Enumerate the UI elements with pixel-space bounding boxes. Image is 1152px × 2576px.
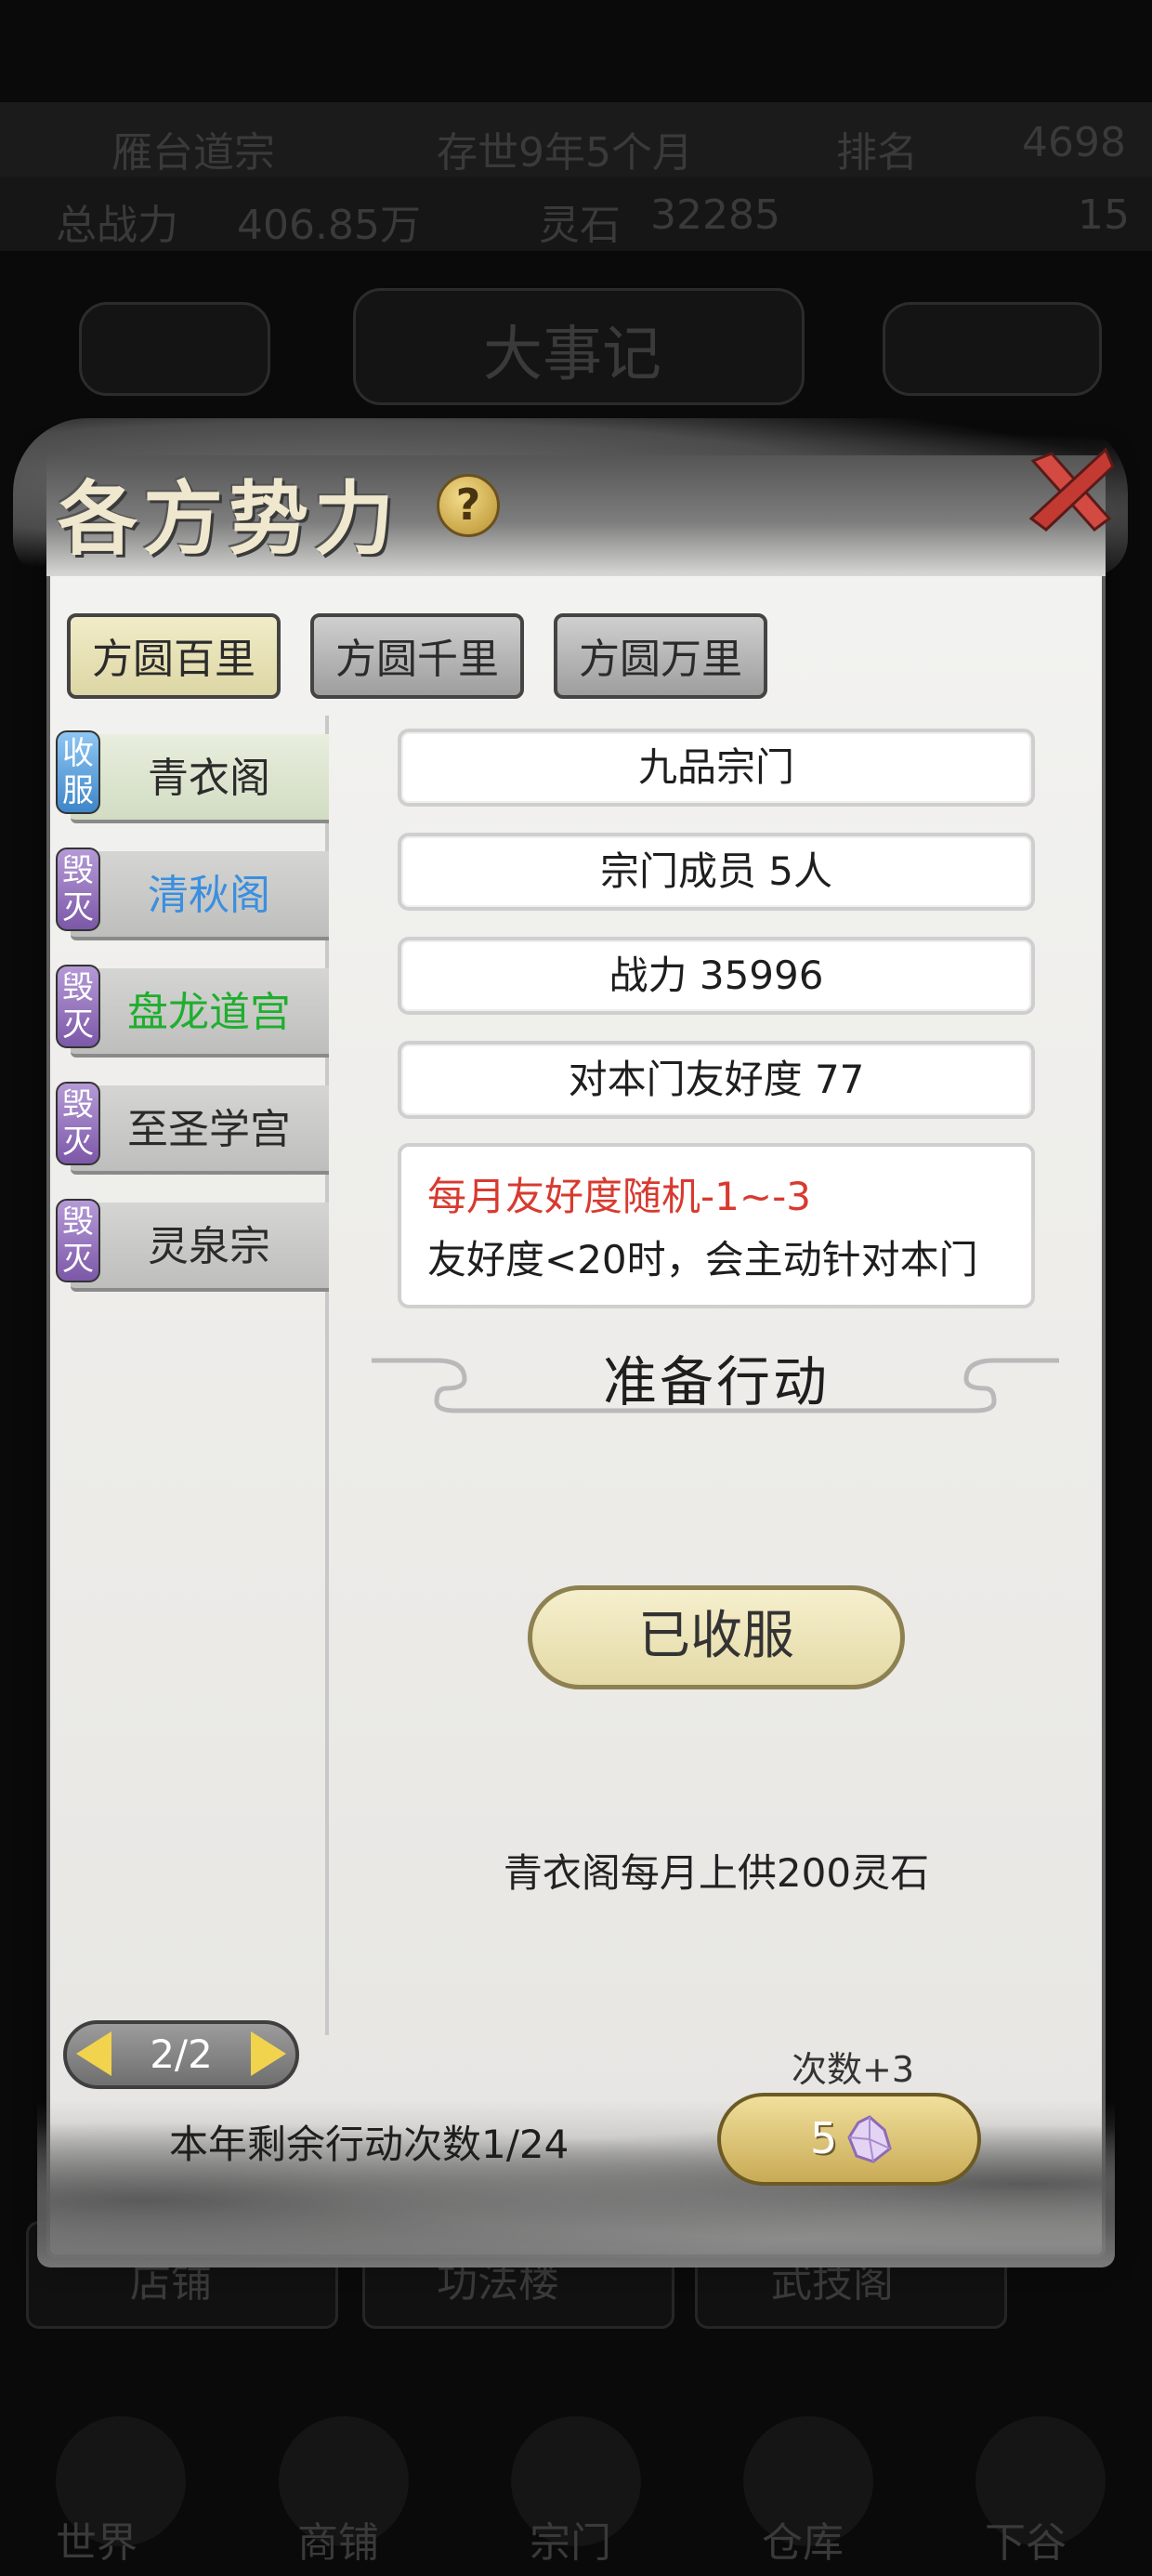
- sidebar-item-label: 清秋阁: [71, 851, 329, 940]
- status-badge: 毁灭: [56, 965, 100, 1048]
- sidebar-item-panlongdaogong[interactable]: 盘龙道宫 毁灭: [50, 961, 329, 1058]
- pager: 2/2: [63, 2020, 299, 2089]
- subdued-button[interactable]: 已收服: [528, 1585, 905, 1689]
- tab-nearby-hundred[interactable]: 方圆百里: [67, 613, 281, 699]
- sidebar-item-lingquanzong[interactable]: 灵泉宗 毁灭: [50, 1195, 329, 1292]
- background-nav-label-1: 世界: [56, 2519, 137, 2567]
- background-nav-label-2: 商铺: [297, 2519, 379, 2567]
- friendship-note-box: 每月友好度随机-1~-3 友好度<20时，会主动针对本门: [398, 1143, 1035, 1308]
- status-badge: 毁灭: [56, 848, 100, 931]
- background-stone-label: 灵石: [539, 202, 621, 249]
- tab-nearby-tenthousand[interactable]: 方圆万里: [554, 613, 767, 699]
- background-nav-label-4: 仓库: [762, 2519, 844, 2567]
- help-icon[interactable]: ?: [437, 474, 500, 537]
- sect-members-box: 宗门成员 5人: [398, 833, 1035, 911]
- add-action-count-button[interactable]: 5: [717, 2093, 981, 2186]
- section-title-prepare-action: 准备行动: [602, 1350, 830, 1413]
- background-power-value: 406.85万: [237, 202, 421, 249]
- background-center-title: 大事记: [483, 321, 661, 389]
- tribute-text: 青衣阁每月上供200灵石: [503, 1850, 930, 1896]
- count-plus-label: 次数+3: [792, 2049, 915, 2090]
- background-rank-label: 排名: [836, 129, 918, 177]
- modal-title: 各方势力: [58, 472, 399, 566]
- close-icon[interactable]: [1020, 440, 1122, 543]
- status-badge: 毁灭: [56, 1199, 100, 1282]
- sidebar-item-label: 灵泉宗: [71, 1203, 329, 1292]
- background-left-button: [79, 302, 270, 396]
- background-extra-value: 15: [1078, 191, 1130, 239]
- spirit-gem-icon: [847, 2115, 892, 2163]
- background-nav-label-5: 下谷: [985, 2519, 1067, 2567]
- background-nav-label-3: 宗门: [530, 2519, 611, 2567]
- background-stone-value: 32285: [650, 191, 780, 239]
- tab-nearby-thousand[interactable]: 方圆千里: [310, 613, 524, 699]
- arrow-right-icon[interactable]: [251, 2031, 286, 2076]
- cost-value: 5: [810, 2113, 838, 2163]
- background-power-label: 总战力: [56, 202, 178, 249]
- remaining-actions-text: 本年剩余行动次数1/24: [169, 2122, 569, 2167]
- background-age: 存世9年5个月: [437, 129, 693, 177]
- sect-power-box: 战力 35996: [398, 937, 1035, 1015]
- status-badge: 收服: [56, 730, 100, 814]
- background-right-button: [883, 302, 1102, 396]
- sect-rank-box: 九品宗门: [398, 729, 1035, 807]
- sect-friendship-box: 对本门友好度 77: [398, 1041, 1035, 1119]
- background-sect-name: 雁台道宗: [111, 129, 275, 177]
- sidebar-item-label: 盘龙道宫: [71, 968, 329, 1058]
- sidebar-item-qingqiuge[interactable]: 清秋阁 毁灭: [50, 844, 329, 940]
- sidebar-item-zhishengxuegong[interactable]: 至圣学宫 毁灭: [50, 1078, 329, 1175]
- sidebar-item-label: 至圣学宫: [71, 1085, 329, 1175]
- friendship-decay-note: 每月友好度随机-1~-3: [427, 1174, 811, 1219]
- sidebar-item-qingyige[interactable]: 青衣阁 收服: [50, 727, 329, 823]
- sidebar-item-label: 青衣阁: [71, 734, 329, 823]
- background-rank-value: 4698: [1022, 119, 1126, 166]
- status-badge: 毁灭: [56, 1082, 100, 1165]
- friendship-threshold-note: 友好度<20时，会主动针对本门: [427, 1237, 978, 1282]
